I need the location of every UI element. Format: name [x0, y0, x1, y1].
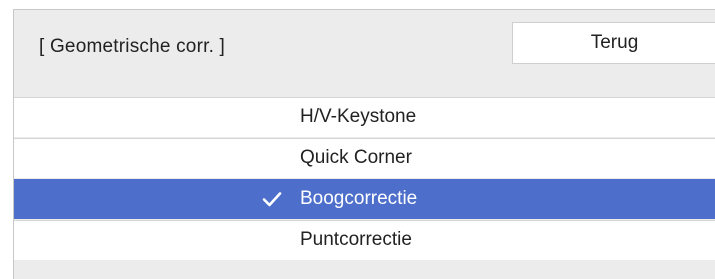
back-button[interactable]: Terug [512, 22, 715, 64]
geometric-correction-panel: [ Geometrische corr. ] Terug H/V-Keyston… [13, 9, 715, 279]
page-title: [ Geometrische corr. ] [39, 36, 226, 57]
panel-header: [ Geometrische corr. ] Terug [14, 10, 715, 97]
menu-item-label: Boogcorrectie [300, 188, 418, 209]
menu-item-puntcorrectie[interactable]: Puntcorrectie [14, 220, 715, 260]
menu-item-label: Puntcorrectie [300, 229, 412, 250]
menu-item-hv-keystone[interactable]: H/V-Keystone [14, 97, 715, 137]
menu-item-label: Quick Corner [300, 147, 412, 168]
menu-item-label: H/V-Keystone [300, 106, 417, 127]
check-icon [262, 192, 282, 207]
menu-item-boogcorrectie[interactable]: Boogcorrectie [14, 179, 715, 219]
correction-menu: H/V-Keystone Quick Corner Boogcorrectie … [14, 97, 715, 261]
menu-item-quick-corner[interactable]: Quick Corner [14, 138, 715, 178]
